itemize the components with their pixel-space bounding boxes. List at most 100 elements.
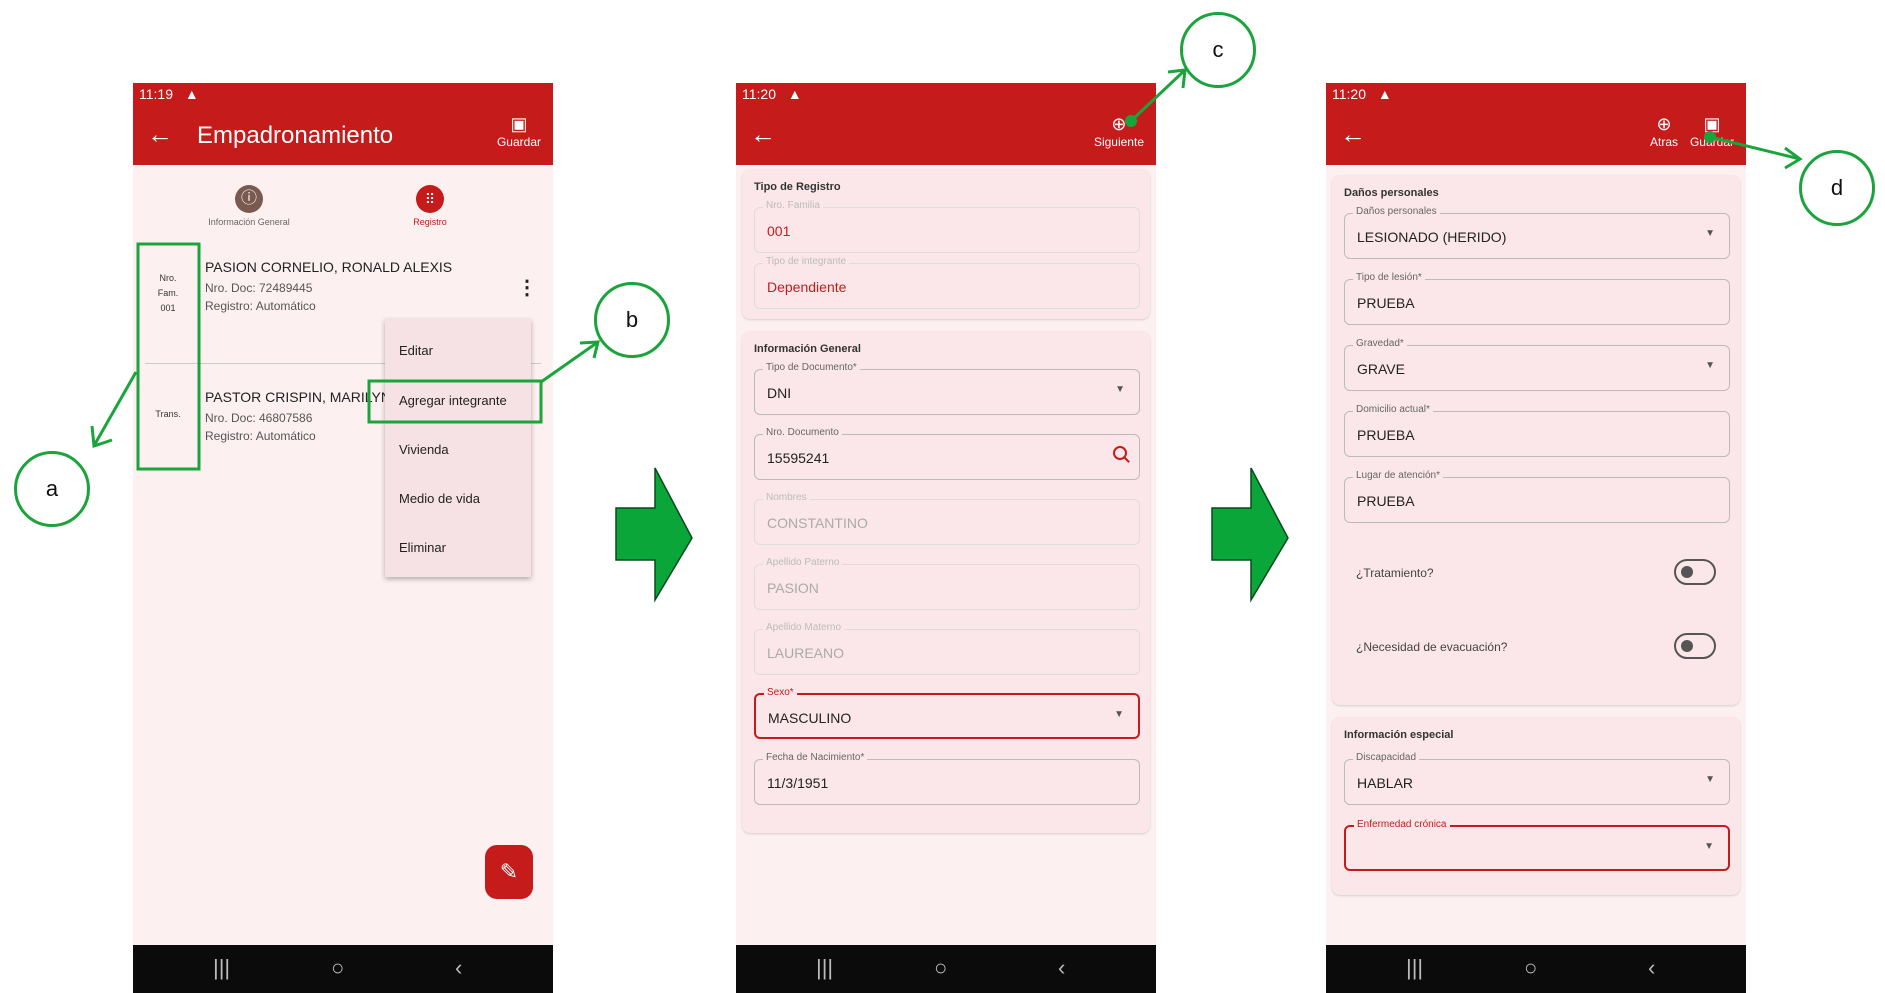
tab-label: Información General	[208, 217, 290, 227]
field-label: Apellido Materno	[763, 622, 845, 633]
status-bar: 11:20 ▲	[1326, 83, 1746, 105]
save-label: Guardar	[496, 135, 541, 149]
record-registro: Registro: Automático	[205, 299, 316, 313]
field-label: Tipo de integrante	[763, 256, 850, 267]
fecha-nacimiento-input[interactable]: Fecha de Nacimiento* 11/3/1951	[754, 752, 1140, 805]
tipo-documento-select[interactable]: Tipo de Documento* DNI ▼	[754, 362, 1140, 415]
toggle-label: ¿Tratamiento?	[1356, 566, 1434, 580]
app-bar: ← Empadronamiento ▣ Guardar	[133, 105, 553, 165]
field-value: CONSTANTINO	[767, 515, 868, 531]
menu-item-agregar-integrante[interactable]: Agregar integrante	[399, 393, 507, 408]
system-nav-bar: ||| ○ ‹	[736, 945, 1156, 993]
recents-icon[interactable]: |||	[213, 955, 230, 981]
back-icon[interactable]: ‹	[1648, 955, 1655, 981]
back-arrow-icon[interactable]: ←	[145, 119, 175, 149]
evacuacion-toggle[interactable]	[1674, 633, 1716, 659]
sexo-select[interactable]: Sexo* MASCULINO ▼	[754, 687, 1140, 739]
field-label: Enfermedad crónica	[1354, 819, 1450, 830]
badge-line: 001	[160, 303, 176, 313]
field-label: Apellido Paterno	[763, 557, 843, 568]
informacion-especial-card: Información especial Discapacidad HABLAR…	[1332, 717, 1740, 895]
menu-item-vivienda[interactable]: Vivienda	[399, 442, 449, 457]
back-icon[interactable]: ‹	[455, 955, 462, 981]
home-icon[interactable]: ○	[934, 955, 947, 981]
warning-icon: ▲	[787, 86, 802, 102]
tab-informacion-general[interactable]: ⓘ Información General	[189, 185, 309, 227]
arrow-a-head	[90, 425, 113, 449]
section-title: Información especial	[1344, 729, 1454, 741]
dropdown-icon: ▼	[1705, 360, 1715, 371]
apellido-paterno-field: Apellido Paterno PASION	[754, 557, 1140, 610]
callout-dot-d	[1704, 131, 1716, 143]
tab-label: Registro	[413, 217, 447, 227]
save-button[interactable]: ▣ Guardar	[497, 113, 541, 149]
status-time: 11:19	[139, 86, 173, 102]
section-title: Daños personales	[1344, 187, 1439, 199]
field-value: 15595241	[767, 450, 830, 466]
back-icon[interactable]: ‹	[1058, 955, 1065, 981]
tipo-registro-card: Tipo de Registro Nro. Familia 001 Tipo d…	[742, 169, 1150, 319]
arrow-c-head	[1167, 68, 1187, 89]
edit-fab-button[interactable]: ✎	[485, 845, 533, 899]
back-circle-icon: ⊕	[1656, 114, 1672, 134]
badge-line: Nro.	[159, 273, 177, 283]
nro-documento-input[interactable]: Nro. Documento 15595241	[754, 427, 1140, 480]
field-value: LESIONADO (HERIDO)	[1357, 229, 1507, 245]
back-arrow-icon[interactable]: ←	[748, 119, 778, 149]
recents-icon[interactable]: |||	[816, 955, 833, 981]
apellido-materno-field: Apellido Materno LAUREANO	[754, 622, 1140, 675]
arrow-d-head	[1784, 146, 1803, 170]
section-title: Información General	[754, 343, 861, 355]
section-title: Tipo de Registro	[754, 181, 841, 193]
back-arrow-icon[interactable]: ←	[1338, 119, 1368, 149]
tab-registro[interactable]: ⠿ Registro	[385, 185, 475, 227]
recents-icon[interactable]: |||	[1406, 955, 1423, 981]
nombres-field: Nombres CONSTANTINO	[754, 492, 1140, 545]
discapacidad-select[interactable]: Discapacidad HABLAR ▼	[1344, 752, 1730, 805]
menu-item-eliminar[interactable]: Eliminar	[399, 540, 446, 555]
record-doc: Nro. Doc: 72489445	[205, 281, 313, 295]
enfermedad-cronica-select[interactable]: Enfermedad crónica ▼	[1344, 819, 1730, 871]
pencil-icon: ✎	[499, 859, 519, 884]
field-label: Tipo de Documento*	[763, 362, 860, 373]
field-value: GRAVE	[1357, 361, 1405, 377]
flow-arrow-2	[1211, 467, 1289, 603]
siguiente-label: Siguiente	[1093, 135, 1144, 149]
home-icon[interactable]: ○	[1524, 955, 1537, 981]
field-label: Tipo de lesión*	[1353, 272, 1425, 283]
screen-danos-personales: 11:20 ▲ ← ⊕ Atras ▣ Guardar Daños person…	[1326, 83, 1746, 993]
informacion-general-card: Información General Tipo de Documento* D…	[742, 331, 1150, 833]
dropdown-icon: ▼	[1114, 709, 1124, 720]
arrow-a	[93, 371, 138, 445]
field-value: PRUEBA	[1357, 427, 1415, 443]
field-label: Sexo*	[764, 687, 797, 698]
dropdown-icon: ▼	[1115, 384, 1125, 395]
field-value: 001	[767, 223, 791, 239]
more-vert-icon[interactable]: ⋮	[517, 275, 537, 300]
field-value: MASCULINO	[768, 710, 852, 726]
tipo-lesion-input[interactable]: Tipo de lesión* PRUEBA	[1344, 272, 1730, 325]
screen-integrante: 11:20 ▲ ← ⊕ Siguiente Tipo de Registro N…	[736, 83, 1156, 993]
family-badge: Nro. Fam. 001	[153, 271, 183, 316]
warning-icon: ▲	[184, 86, 199, 102]
screen-empadronamiento: 11:19 ▲ ← Empadronamiento ▣ Guardar ⓘ In…	[133, 83, 553, 993]
home-icon[interactable]: ○	[331, 955, 344, 981]
app-bar: ← ⊕ Atras ▣ Guardar	[1326, 105, 1746, 165]
atras-button[interactable]: ⊕ Atras	[1650, 113, 1678, 149]
danos-personales-select[interactable]: Daños personales LESIONADO (HERIDO) ▼	[1344, 206, 1730, 259]
search-icon[interactable]	[1113, 446, 1127, 460]
domicilio-actual-input[interactable]: Domicilio actual* PRUEBA	[1344, 404, 1730, 457]
status-time: 11:20	[742, 86, 776, 102]
field-label: Nombres	[763, 492, 810, 503]
menu-item-medio-de-vida[interactable]: Medio de vida	[399, 491, 480, 506]
nro-familia-field: Nro. Familia 001	[754, 200, 1140, 253]
lugar-atencion-input[interactable]: Lugar de atención* PRUEBA	[1344, 470, 1730, 523]
gravedad-select[interactable]: Gravedad* GRAVE ▼	[1344, 338, 1730, 391]
badge-line: Fam.	[157, 288, 179, 298]
status-bar: 11:20 ▲	[736, 83, 1156, 105]
system-nav-bar: ||| ○ ‹	[1326, 945, 1746, 993]
next-circle-icon: ⊕	[1111, 114, 1127, 134]
field-value: DNI	[767, 385, 792, 401]
tratamiento-toggle[interactable]	[1674, 559, 1716, 585]
menu-item-editar[interactable]: Editar	[399, 343, 433, 358]
